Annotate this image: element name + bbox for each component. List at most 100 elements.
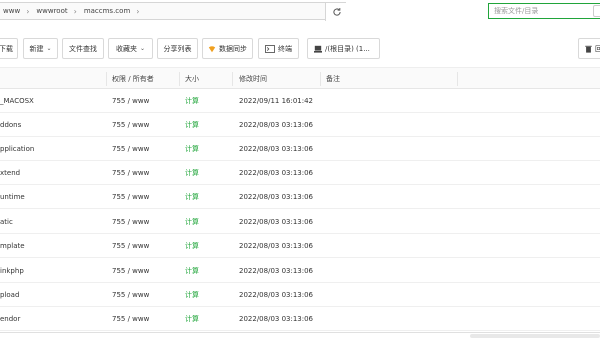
calculate-size-link[interactable]: 计算	[185, 89, 199, 113]
table-row[interactable]: _MACOSX 755 / www 计算 2022/09/11 16:01:42	[0, 89, 600, 113]
table-row[interactable]: endor 755 / www 计算 2022/08/03 03:13:06	[0, 307, 600, 331]
chevron-right-icon: ›	[136, 6, 140, 16]
file-table-header: 权限 / 所有者 大小 修改时间 备注	[0, 67, 600, 89]
column-divider	[457, 72, 458, 86]
calculate-size-link[interactable]: 计算	[185, 113, 199, 137]
file-modified-time: 2022/08/03 03:13:06	[239, 315, 314, 323]
file-search-field[interactable]	[488, 3, 600, 19]
chevron-down-icon: ⌄	[46, 45, 52, 52]
table-row[interactable]: pload 755 / www 计算 2022/08/03 03:13:06	[0, 283, 600, 307]
calculate-size-link[interactable]: 计算	[185, 259, 199, 283]
file-modified-time: 2022/08/03 03:13:06	[239, 218, 314, 226]
chevron-right-icon: ›	[73, 6, 77, 16]
terminal-icon	[265, 44, 275, 53]
new-button[interactable]: 新建 ⌄	[23, 38, 58, 59]
file-name[interactable]: atic	[0, 210, 13, 234]
path-breadcrumb-bar[interactable]: www › wwwroot › maccms.com ›	[0, 2, 347, 21]
file-permission[interactable]: 755 / www	[112, 137, 149, 161]
breadcrumb-item-wwwroot[interactable]: wwwroot ›	[36, 3, 83, 19]
calculate-size-link[interactable]: 计算	[185, 161, 199, 185]
search-input[interactable]	[489, 4, 600, 18]
file-modified-time: 2022/08/03 03:13:06	[239, 291, 314, 299]
table-row[interactable]: pplication 755 / www 计算 2022/08/03 03:13…	[0, 137, 600, 161]
table-row[interactable]: atic 755 / www 计算 2022/08/03 03:13:06	[0, 210, 600, 234]
breadcrumb-label: wwwroot	[36, 7, 68, 15]
file-permission[interactable]: 755 / www	[112, 113, 149, 137]
column-divider	[232, 72, 233, 86]
file-name[interactable]: untime	[0, 185, 25, 209]
file-modified-time: 2022/09/11 16:01:42	[239, 97, 314, 105]
search-button[interactable]	[593, 5, 600, 17]
breadcrumb-item-maccms[interactable]: maccms.com ›	[84, 3, 147, 19]
recycle-bin-label: 回	[595, 44, 600, 53]
refresh-icon	[332, 7, 341, 16]
calculate-size-link[interactable]: 计算	[185, 185, 199, 209]
file-permission[interactable]: 755 / www	[112, 89, 149, 113]
refresh-button[interactable]	[325, 3, 347, 21]
column-divider	[179, 72, 180, 86]
calculate-size-link[interactable]: 计算	[185, 307, 199, 331]
column-header-modified[interactable]: 修改时间	[239, 68, 267, 90]
table-bottom-divider	[0, 332, 600, 333]
file-name[interactable]: mplate	[0, 234, 25, 258]
table-row[interactable]: ddons 755 / www 计算 2022/08/03 03:13:06	[0, 113, 600, 137]
favorites-label: 收藏夹	[115, 44, 137, 53]
favorites-button[interactable]: 收藏夹 ⌄	[108, 38, 153, 59]
file-permission[interactable]: 755 / www	[112, 234, 149, 258]
chevron-down-icon: ⌄	[139, 45, 146, 52]
table-row[interactable]: xtend 755 / www 计算 2022/08/03 03:13:06	[0, 161, 600, 185]
breadcrumb-label: www	[3, 7, 21, 15]
calculate-size-link[interactable]: 计算	[185, 283, 199, 307]
calculate-size-link[interactable]: 计算	[185, 234, 199, 258]
table-row[interactable]: inkphp 755 / www 计算 2022/08/03 03:13:06	[0, 259, 600, 283]
trash-icon	[585, 45, 592, 53]
file-permission[interactable]: 755 / www	[112, 161, 149, 185]
file-search-label: 文件查找	[69, 44, 97, 53]
column-header-size[interactable]: 大小	[185, 68, 199, 90]
breadcrumb-item-www[interactable]: www ›	[0, 3, 36, 19]
table-row[interactable]: mplate 755 / www 计算 2022/08/03 03:13:06	[0, 234, 600, 258]
file-name[interactable]: endor	[0, 307, 20, 331]
file-modified-time: 2022/08/03 03:13:06	[239, 145, 314, 153]
file-modified-time: 2022/08/03 03:13:06	[239, 121, 314, 129]
calculate-size-link[interactable]: 计算	[185, 137, 199, 161]
file-modified-time: 2022/08/03 03:13:06	[239, 242, 314, 250]
file-name[interactable]: _MACOSX	[0, 89, 34, 113]
file-permission[interactable]: 755 / www	[112, 307, 149, 331]
horizontal-scrollbar[interactable]	[470, 334, 600, 338]
column-header-permission[interactable]: 权限 / 所有者	[112, 68, 154, 90]
breadcrumb-label: maccms.com	[83, 7, 131, 15]
data-sync-button[interactable]: 数据同步	[202, 38, 253, 59]
terminal-label: 终端	[278, 44, 292, 53]
file-permission[interactable]: 755 / www	[112, 210, 149, 234]
terminal-button[interactable]: 终端	[258, 38, 299, 59]
column-divider	[320, 72, 321, 86]
share-list-button[interactable]: 分享列表	[157, 38, 198, 59]
root-directory-button[interactable]: /(根目录) (1...	[307, 38, 380, 59]
file-permission[interactable]: 755 / www	[112, 185, 149, 209]
file-toolbar: 下载 新建 ⌄ 文件查找 收藏夹 ⌄ 分享列表 数据同步 终端 /(根目录) (…	[0, 38, 600, 59]
recycle-bin-button[interactable]: 回	[578, 38, 600, 59]
calculate-size-link[interactable]: 计算	[185, 210, 199, 234]
download-label: 下载	[0, 44, 13, 53]
file-name[interactable]: pload	[0, 283, 19, 307]
sync-icon	[208, 45, 216, 53]
file-permission[interactable]: 755 / www	[112, 283, 149, 307]
share-list-label: 分享列表	[163, 44, 192, 53]
table-row[interactable]: untime 755 / www 计算 2022/08/03 03:13:06	[0, 185, 600, 209]
file-modified-time: 2022/08/03 03:13:06	[239, 193, 314, 201]
file-name[interactable]: ddons	[0, 113, 21, 137]
file-name[interactable]: xtend	[0, 161, 20, 185]
column-header-note: 备注	[326, 75, 340, 83]
chevron-right-icon: ›	[26, 6, 30, 16]
column-divider	[106, 72, 107, 86]
file-name[interactable]: pplication	[0, 137, 34, 161]
download-button[interactable]: 下载	[0, 38, 18, 59]
file-modified-time: 2022/08/03 03:13:06	[239, 267, 314, 275]
data-sync-label: 数据同步	[219, 44, 247, 53]
file-search-button[interactable]: 文件查找	[62, 38, 104, 59]
file-modified-time: 2022/08/03 03:13:06	[239, 169, 314, 177]
disk-icon	[314, 45, 322, 53]
file-permission[interactable]: 755 / www	[112, 259, 149, 283]
file-name[interactable]: inkphp	[0, 259, 24, 283]
